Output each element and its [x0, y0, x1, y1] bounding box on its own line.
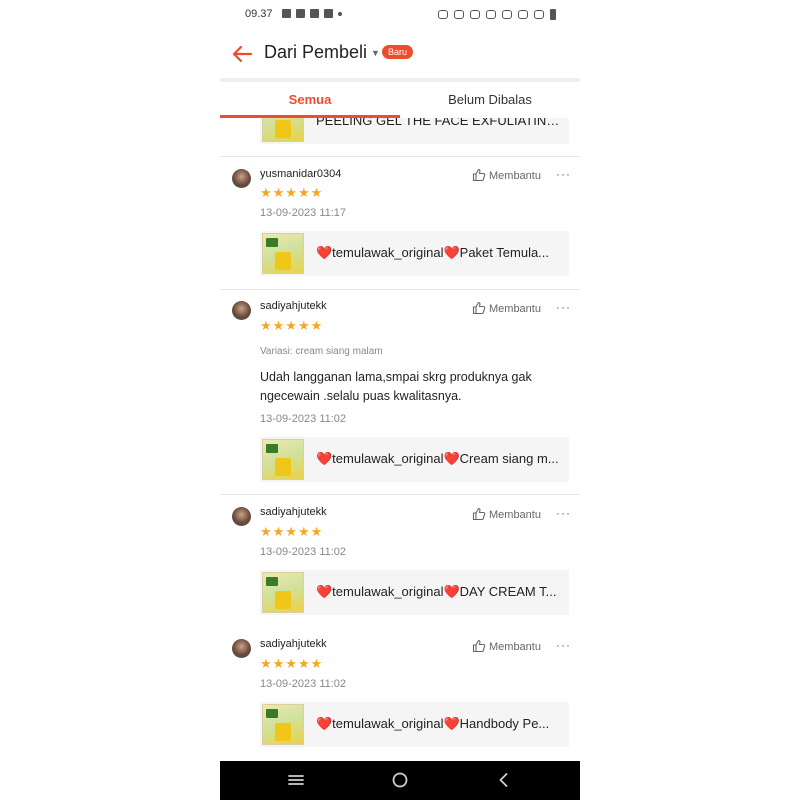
tab-belum-dibalas[interactable]: Belum Dibalas: [400, 82, 580, 118]
avatar[interactable]: [232, 639, 251, 658]
review-item: sadiyahjutekk ★★★★★ Membantu ··· Variasi…: [220, 289, 580, 495]
more-notifications-icon: [338, 12, 342, 16]
avatar[interactable]: [232, 169, 251, 188]
app-header: Dari Pembeli ▼ Baru: [220, 30, 580, 82]
product-thumbnail: [262, 439, 304, 480]
star-rating: ★★★★★: [260, 185, 324, 200]
signal-2-icon: [534, 10, 544, 19]
system-navigation-bar: [220, 761, 580, 800]
reviewer-username[interactable]: sadiyahjutekk: [260, 300, 327, 312]
thumbs-up-icon: [472, 301, 486, 315]
thumbs-up-icon: [472, 168, 486, 182]
reviewer-username[interactable]: yusmanidar0304: [260, 168, 341, 180]
page-title[interactable]: Dari Pembeli: [264, 42, 367, 63]
chevron-down-icon[interactable]: ▼: [371, 48, 380, 58]
signal-icon: [518, 10, 528, 19]
status-bar: 09.37: [220, 0, 580, 30]
helpful-label: Membantu: [489, 303, 541, 315]
back-nav-icon[interactable]: [494, 771, 514, 789]
review-variation: Variasi: cream siang malam: [260, 346, 383, 357]
notification-icons: [282, 9, 342, 18]
review-date: 13-09-2023 11:02: [260, 413, 347, 425]
reviews-list[interactable]: PEELING GEL THE FACE EXFULIATING... yusm…: [220, 118, 580, 761]
reviewer-username[interactable]: sadiyahjutekk: [260, 506, 327, 518]
star-rating: ★★★★★: [260, 656, 324, 671]
helpful-label: Membantu: [489, 509, 541, 521]
tab-semua[interactable]: Semua: [220, 82, 400, 118]
review-comment: Udah langganan lama,smpai skrg produknya…: [260, 370, 532, 403]
more-options-button[interactable]: ···: [556, 167, 571, 181]
reviewer-username[interactable]: sadiyahjutekk: [260, 638, 327, 650]
nfc-icon: [454, 10, 464, 19]
product-name: ❤️temulawak_original❤️Paket Temula...: [316, 245, 550, 260]
app-notification-icon: [324, 9, 333, 18]
more-options-button[interactable]: ···: [556, 300, 571, 314]
product-card[interactable]: ❤️temulawak_original❤️Cream siang m...: [260, 437, 569, 482]
review-date: 13-09-2023 11:17: [260, 207, 347, 219]
wifi-icon: [486, 10, 496, 19]
product-card[interactable]: ❤️temulawak_original❤️DAY CREAM T...: [260, 570, 569, 615]
thumbs-up-icon: [472, 507, 486, 521]
product-thumbnail: [262, 233, 304, 274]
home-icon[interactable]: [390, 771, 410, 789]
avatar[interactable]: [232, 301, 251, 320]
filter-tabs: Semua Belum Dibalas: [220, 82, 580, 118]
system-icons: [438, 9, 556, 20]
hotspot-icon: [502, 10, 512, 19]
product-card[interactable]: PEELING GEL THE FACE EXFULIATING...: [260, 118, 569, 144]
mail-notification-icon: [296, 9, 305, 18]
star-rating: ★★★★★: [260, 318, 324, 333]
more-options-button[interactable]: ···: [556, 638, 571, 652]
product-thumbnail: [262, 572, 304, 613]
product-thumbnail: [262, 704, 304, 745]
thumbs-up-icon: [472, 639, 486, 653]
more-options-button[interactable]: ···: [556, 506, 571, 520]
product-name: ❤️temulawak_original❤️DAY CREAM T...: [316, 584, 557, 599]
alarm-icon: [438, 10, 448, 19]
recent-apps-icon[interactable]: [286, 771, 306, 789]
product-card[interactable]: ❤️temulawak_original❤️Handbody Pe...: [260, 702, 569, 747]
product-name: PEELING GEL THE FACE EXFULIATING...: [316, 118, 561, 128]
helpful-button[interactable]: Membantu: [472, 507, 541, 521]
helpful-label: Membantu: [489, 170, 541, 182]
review-item: sadiyahjutekk ★★★★★ Membantu ··· 13-09-2…: [220, 494, 580, 627]
gallery-notification-icon: [282, 9, 291, 18]
battery-icon: [550, 9, 556, 20]
message-notification-icon: [310, 9, 319, 18]
product-card[interactable]: ❤️temulawak_original❤️Paket Temula...: [260, 231, 569, 276]
review-item: yusmanidar0304 ★★★★★ Membantu ··· 13-09-…: [220, 156, 580, 282]
helpful-button[interactable]: Membantu: [472, 639, 541, 653]
product-name: ❤️temulawak_original❤️Cream siang m...: [316, 451, 559, 466]
helpful-label: Membantu: [489, 641, 541, 653]
product-thumbnail: [262, 118, 304, 142]
new-badge: Baru: [382, 45, 414, 59]
star-rating: ★★★★★: [260, 524, 324, 539]
helpful-button[interactable]: Membantu: [472, 168, 541, 182]
avatar[interactable]: [232, 507, 251, 526]
helpful-button[interactable]: Membantu: [472, 301, 541, 315]
review-item: sadiyahjutekk ★★★★★ Membantu ··· 13-09-2…: [220, 626, 580, 761]
status-time: 09.37: [245, 8, 273, 20]
mute-icon: [470, 10, 480, 19]
back-arrow-icon[interactable]: [230, 42, 254, 66]
review-date: 13-09-2023 11:02: [260, 546, 347, 558]
product-name: ❤️temulawak_original❤️Handbody Pe...: [316, 716, 550, 731]
review-date: 13-09-2023 11:02: [260, 678, 347, 690]
phone-screen: 09.37 Dari Pembeli ▼ Baru Semua Belum Di…: [220, 0, 580, 800]
